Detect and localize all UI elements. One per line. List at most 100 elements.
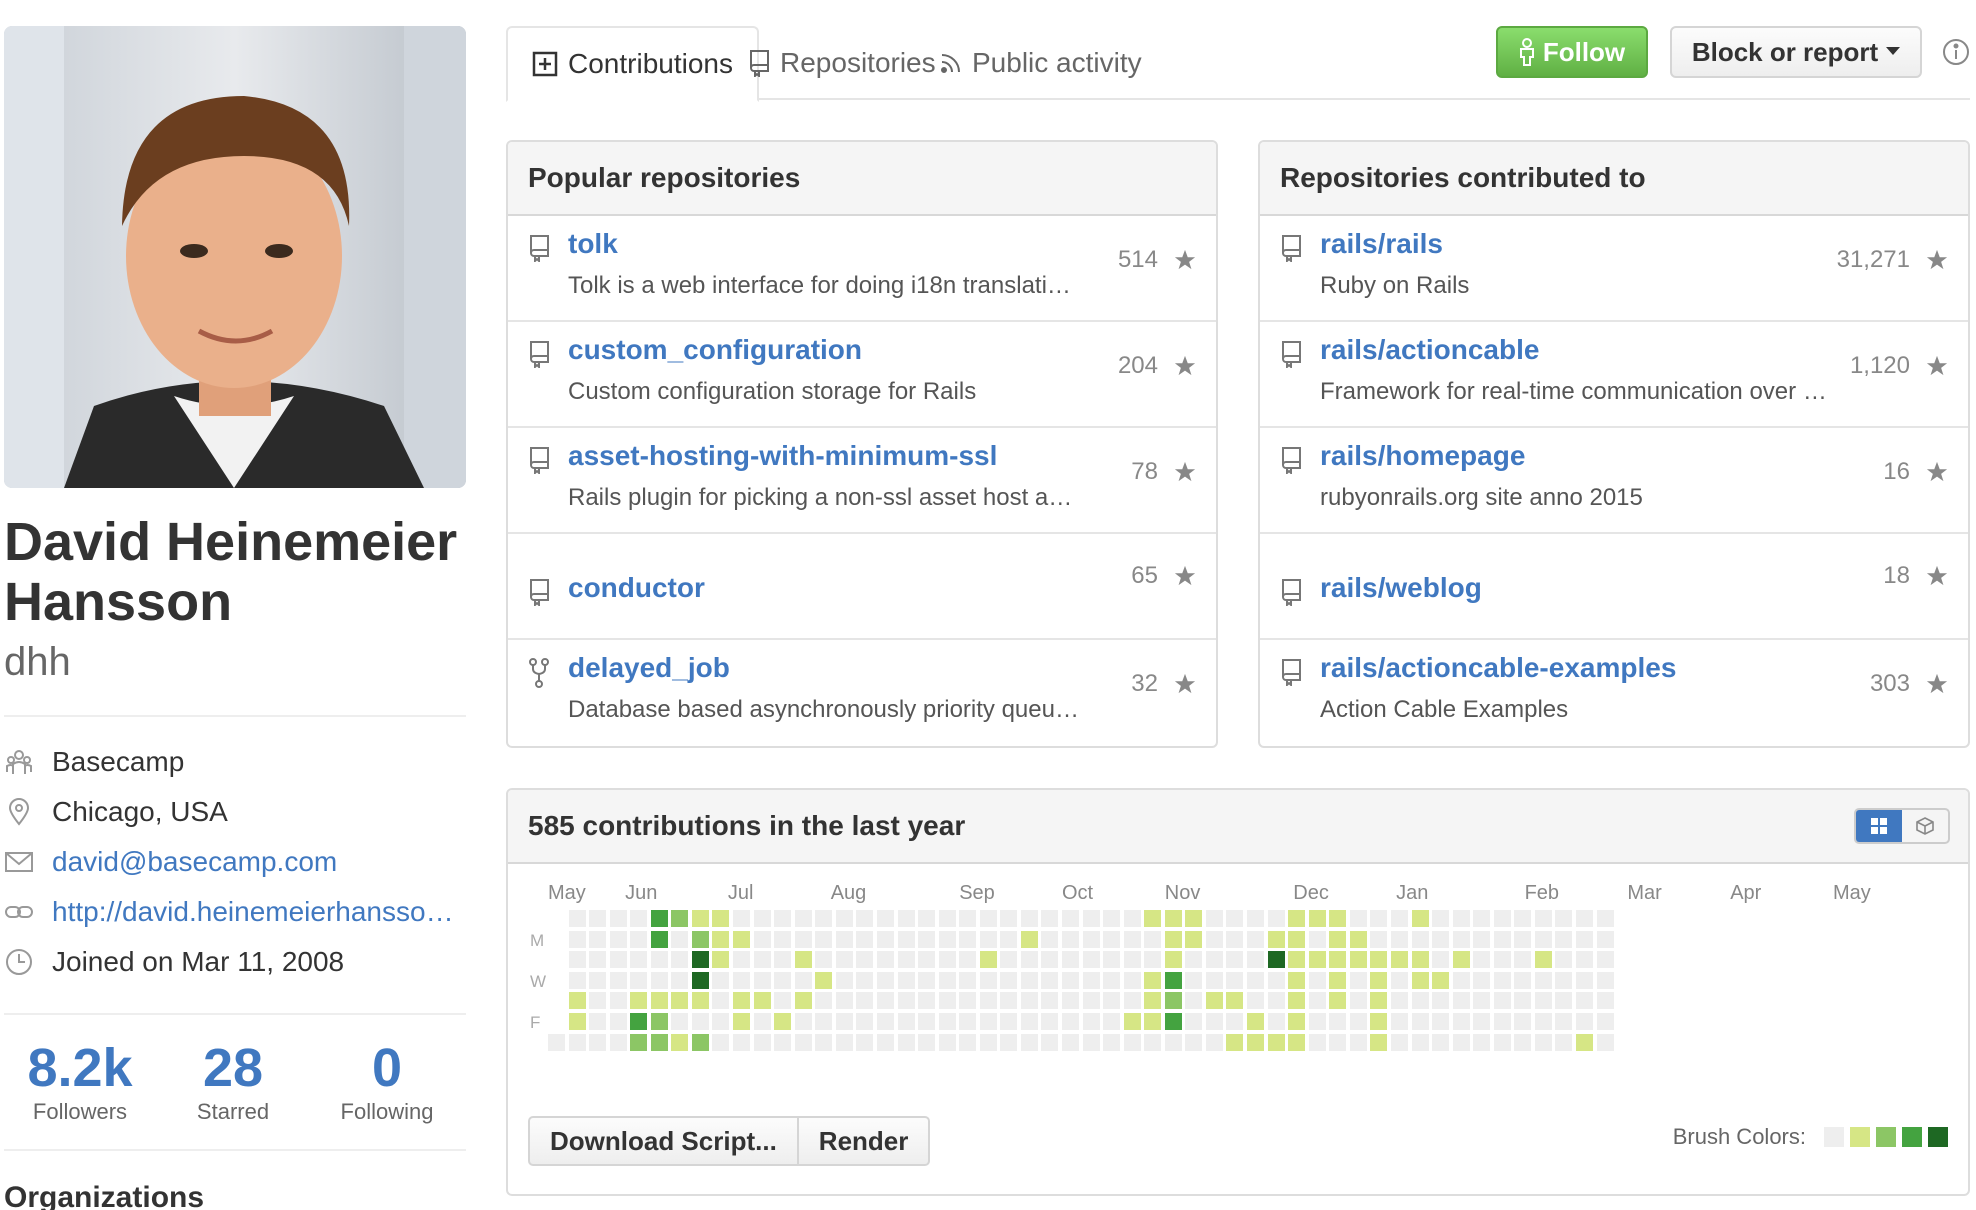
contribution-day[interactable] xyxy=(1596,910,1614,927)
contribution-day[interactable] xyxy=(897,971,915,989)
contribution-day[interactable] xyxy=(1349,992,1367,1010)
contribution-day[interactable] xyxy=(1308,1033,1326,1051)
contribution-day[interactable] xyxy=(712,910,730,927)
contribution-day[interactable] xyxy=(979,971,997,989)
contribution-day[interactable] xyxy=(733,910,751,927)
repo-stars[interactable]: 31,271 xyxy=(1837,246,1948,274)
contribution-day[interactable] xyxy=(1144,971,1162,989)
contribution-day[interactable] xyxy=(733,1033,751,1051)
contribution-day[interactable] xyxy=(1576,992,1593,1010)
contribution-day[interactable] xyxy=(897,930,915,948)
contribution-day[interactable] xyxy=(1185,930,1203,948)
contribution-day[interactable] xyxy=(650,910,668,927)
contribution-day[interactable] xyxy=(1370,910,1388,927)
repo-stars[interactable]: 78 xyxy=(1131,458,1196,486)
contribution-day[interactable] xyxy=(1205,930,1223,948)
contribution-day[interactable] xyxy=(1596,930,1614,948)
contribution-day[interactable] xyxy=(1082,1013,1100,1030)
info-icon[interactable] xyxy=(1942,38,1970,66)
contribution-day[interactable] xyxy=(815,951,833,969)
contribution-day[interactable] xyxy=(1226,1033,1244,1051)
contribution-day[interactable] xyxy=(1452,1013,1470,1030)
contribution-day[interactable] xyxy=(1308,930,1326,948)
contribution-day[interactable] xyxy=(876,992,894,1010)
follow-button[interactable]: Follow xyxy=(1496,26,1648,78)
contribution-day[interactable] xyxy=(1555,1013,1573,1030)
contribution-graph[interactable]: May Jun Jul Aug Sep Oct Nov Dec Jan Feb Mar Apr May M… xyxy=(522,882,1962,1082)
contribution-day[interactable] xyxy=(1082,910,1100,927)
contribution-day[interactable] xyxy=(835,1033,853,1051)
contribution-day[interactable] xyxy=(1390,992,1408,1010)
contribution-day[interactable] xyxy=(876,930,894,948)
contribution-day[interactable] xyxy=(1473,951,1491,969)
contribution-day[interactable] xyxy=(1247,992,1265,1010)
contribution-day[interactable] xyxy=(589,1013,607,1030)
contribution-day[interactable] xyxy=(1432,930,1450,948)
contribution-day[interactable] xyxy=(712,930,730,948)
contribution-day[interactable] xyxy=(691,992,709,1010)
contribution-day[interactable] xyxy=(1596,971,1614,989)
contribution-day[interactable] xyxy=(1452,951,1470,969)
contribution-day[interactable] xyxy=(1205,910,1223,927)
contribution-day[interactable] xyxy=(1308,971,1326,989)
contribution-day[interactable] xyxy=(671,1033,689,1051)
contribution-day[interactable] xyxy=(1164,1013,1182,1030)
following-stat[interactable]: 0 Following xyxy=(310,1039,464,1149)
contribution-day[interactable] xyxy=(1062,1033,1079,1051)
contribution-day[interactable] xyxy=(918,1033,936,1051)
contribution-day[interactable] xyxy=(774,1013,792,1030)
contribution-day[interactable] xyxy=(1041,1033,1059,1051)
contribution-day[interactable] xyxy=(1370,1013,1388,1030)
contribution-day[interactable] xyxy=(1349,951,1367,969)
contribution-day[interactable] xyxy=(815,1013,833,1030)
contribution-day[interactable] xyxy=(733,992,751,1010)
contribution-day[interactable] xyxy=(1576,951,1593,969)
contribution-day[interactable] xyxy=(1185,910,1203,927)
render-button[interactable]: Render xyxy=(798,1116,931,1166)
contribution-day[interactable] xyxy=(1452,992,1470,1010)
contribution-day[interactable] xyxy=(1555,1033,1573,1051)
contribution-day[interactable] xyxy=(1164,1033,1182,1051)
contribution-day[interactable] xyxy=(1370,971,1388,989)
contribution-day[interactable] xyxy=(568,951,586,969)
contribution-day[interactable] xyxy=(691,910,709,927)
contribution-day[interactable] xyxy=(733,951,751,969)
contribution-day[interactable] xyxy=(856,951,874,969)
contribution-day[interactable] xyxy=(1164,971,1182,989)
contribution-day[interactable] xyxy=(691,951,709,969)
contribution-day[interactable] xyxy=(1164,910,1182,927)
contribution-day[interactable] xyxy=(959,971,977,989)
contribution-day[interactable] xyxy=(876,971,894,989)
contribution-day[interactable] xyxy=(1226,992,1244,1010)
contribution-day[interactable] xyxy=(1514,1033,1532,1051)
contribution-day[interactable] xyxy=(1411,971,1429,989)
contribution-day[interactable] xyxy=(979,930,997,948)
contribution-day[interactable] xyxy=(733,930,751,948)
contribution-day[interactable] xyxy=(671,971,689,989)
contribution-day[interactable] xyxy=(568,1033,586,1051)
contribution-day[interactable] xyxy=(959,951,977,969)
contribution-day[interactable] xyxy=(1534,930,1552,948)
contribution-day[interactable] xyxy=(1452,910,1470,927)
contribution-day[interactable] xyxy=(630,930,648,948)
contribution-day[interactable] xyxy=(1247,971,1265,989)
contribution-day[interactable] xyxy=(1123,992,1141,1010)
contribution-day[interactable] xyxy=(1226,1013,1244,1030)
contribution-day[interactable] xyxy=(1062,992,1079,1010)
contribution-day[interactable] xyxy=(1267,951,1285,969)
contribution-day[interactable] xyxy=(774,930,792,948)
contribution-day[interactable] xyxy=(753,930,771,948)
contribution-day[interactable] xyxy=(753,1013,771,1030)
contribution-day[interactable] xyxy=(1082,971,1100,989)
contribution-day[interactable] xyxy=(1185,971,1203,989)
contribution-day[interactable] xyxy=(650,992,668,1010)
contribution-day[interactable] xyxy=(876,1033,894,1051)
contribution-day[interactable] xyxy=(671,930,689,948)
contribution-day[interactable] xyxy=(1555,930,1573,948)
contribution-day[interactable] xyxy=(1288,971,1306,989)
contribution-day[interactable] xyxy=(897,992,915,1010)
contribution-day[interactable] xyxy=(630,971,648,989)
contribution-day[interactable] xyxy=(1062,910,1079,927)
contribution-day[interactable] xyxy=(1020,1013,1038,1030)
contribution-day[interactable] xyxy=(1103,930,1121,948)
